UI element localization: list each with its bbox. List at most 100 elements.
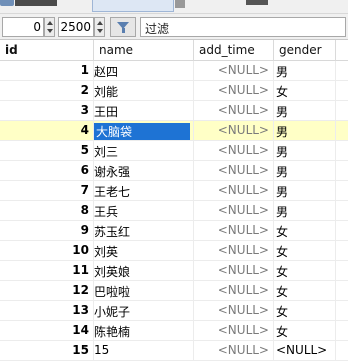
table-row[interactable]: 8 王兵 <NULL> 男 [0, 201, 348, 221]
spinner-up-icon[interactable] [97, 21, 103, 25]
cell-gender[interactable]: 男 [274, 141, 336, 161]
toolbar-icon[interactable] [175, 0, 185, 8]
spinner-up-icon[interactable] [47, 21, 53, 25]
cell-name[interactable]: 刘英 [94, 241, 194, 261]
limit-input[interactable]: 2500 [58, 17, 94, 37]
table-row[interactable]: 14 陈艳楠 <NULL> 女 [0, 321, 348, 341]
cell-name[interactable]: 谢永强 [94, 161, 194, 181]
table-row[interactable]: 11 刘英娘 <NULL> 女 [0, 261, 348, 281]
cell-name[interactable]: 巴啦啦 [94, 281, 194, 301]
cell-name[interactable]: 刘三 [94, 141, 194, 161]
cell-id[interactable]: 5 [0, 141, 94, 161]
cell-id[interactable]: 4 [0, 121, 94, 141]
cell-name[interactable]: 刘英娘 [94, 261, 194, 281]
table-row[interactable]: 4 大脑袋 <NULL> 男 [0, 121, 348, 141]
toolbar-icon[interactable] [246, 0, 268, 5]
cell-id[interactable]: 2 [0, 81, 94, 101]
table-row[interactable]: 2 刘能 <NULL> 女 [0, 81, 348, 101]
cell-add-time-text: <NULL> [217, 263, 269, 277]
cell-gender[interactable]: 男 [274, 61, 336, 81]
cell-add-time[interactable]: <NULL> [194, 341, 274, 361]
cell-id[interactable]: 11 [0, 261, 94, 281]
cell-name[interactable]: 王兵 [94, 201, 194, 221]
cell-gender[interactable]: 男 [274, 181, 336, 201]
cell-gender[interactable]: 男 [274, 101, 336, 121]
cell-gender[interactable]: 女 [274, 301, 336, 321]
table-row[interactable]: 15 15 <NULL> <NULL> [0, 341, 348, 361]
cell-name[interactable]: 刘能 [94, 81, 194, 101]
cell-add-time[interactable]: <NULL> [194, 121, 274, 141]
cell-id-text: 5 [80, 143, 89, 157]
limit-spinner[interactable] [94, 17, 105, 37]
cell-gender[interactable]: 女 [274, 81, 336, 101]
cell-gender[interactable]: 女 [274, 221, 336, 241]
cell-gender[interactable]: 女 [274, 321, 336, 341]
cell-add-time[interactable]: <NULL> [194, 81, 274, 101]
cell-id[interactable]: 8 [0, 201, 94, 221]
cell-add-time[interactable]: <NULL> [194, 321, 274, 341]
cell-gender[interactable]: 男 [274, 121, 336, 141]
table-row[interactable]: 5 刘三 <NULL> 男 [0, 141, 348, 161]
cell-name[interactable]: 王田 [94, 101, 194, 121]
table-row[interactable]: 10 刘英 <NULL> 女 [0, 241, 348, 261]
cell-id[interactable]: 15 [0, 341, 94, 361]
cell-add-time[interactable]: <NULL> [194, 141, 274, 161]
table-row[interactable]: 1 赵四 <NULL> 男 [0, 61, 348, 81]
cell-id[interactable]: 9 [0, 221, 94, 241]
table-row[interactable]: 13 小妮子 <NULL> 女 [0, 301, 348, 321]
cell-gender-text: 女 [276, 85, 289, 99]
cell-add-time[interactable]: <NULL> [194, 261, 274, 281]
cell-gender-text: 男 [276, 125, 289, 139]
toolbar-icon[interactable] [0, 0, 14, 6]
cell-id[interactable]: 1 [0, 61, 94, 81]
cell-id[interactable]: 7 [0, 181, 94, 201]
cell-gender[interactable]: 男 [274, 201, 336, 221]
cell-add-time[interactable]: <NULL> [194, 281, 274, 301]
cell-name-text: 王田 [94, 105, 119, 119]
cell-name[interactable]: 15 [94, 341, 194, 361]
offset-spinner[interactable] [44, 17, 55, 37]
cell-name[interactable]: 陈艳楠 [94, 321, 194, 341]
cell-add-time[interactable]: <NULL> [194, 301, 274, 321]
cell-name[interactable]: 苏玉红 [94, 221, 194, 241]
cell-name[interactable]: 小妮子 [94, 301, 194, 321]
offset-input[interactable]: 0 [2, 17, 44, 37]
cell-name[interactable]: 赵四 [94, 61, 194, 81]
spinner-down-icon[interactable] [47, 29, 53, 33]
cell-add-time[interactable]: <NULL> [194, 161, 274, 181]
cell-gender[interactable]: <NULL> [274, 341, 336, 361]
cell-id[interactable]: 10 [0, 241, 94, 261]
cell-add-time[interactable]: <NULL> [194, 101, 274, 121]
cell-id[interactable]: 3 [0, 101, 94, 121]
cell-gender[interactable]: 女 [274, 281, 336, 301]
table-row[interactable]: 7 王老七 <NULL> 男 [0, 181, 348, 201]
table-row[interactable]: 9 苏玉红 <NULL> 女 [0, 221, 348, 241]
table-row[interactable]: 6 谢永强 <NULL> 男 [0, 161, 348, 181]
column-header-gender[interactable]: gender [274, 40, 336, 61]
toolbar-active-button[interactable] [92, 0, 174, 12]
filter-button[interactable] [110, 17, 136, 37]
filter-input[interactable]: 过滤 [140, 17, 346, 37]
cell-id[interactable]: 14 [0, 321, 94, 341]
cell-add-time-text: <NULL> [217, 163, 269, 177]
cell-add-time[interactable]: <NULL> [194, 181, 274, 201]
column-header-add-time[interactable]: add_time [194, 40, 274, 61]
column-header-name[interactable]: name [94, 40, 194, 61]
cell-id[interactable]: 12 [0, 281, 94, 301]
cell-add-time[interactable]: <NULL> [194, 201, 274, 221]
cell-id[interactable]: 6 [0, 161, 94, 181]
cell-add-time[interactable]: <NULL> [194, 221, 274, 241]
spinner-down-icon[interactable] [97, 29, 103, 33]
table-row[interactable]: 3 王田 <NULL> 男 [0, 101, 348, 121]
cell-add-time[interactable]: <NULL> [194, 241, 274, 261]
cell-gender[interactable]: 女 [274, 241, 336, 261]
column-header-id[interactable]: id [0, 40, 94, 61]
cell-name[interactable]: 大脑袋 [94, 121, 194, 141]
cell-id[interactable]: 13 [0, 301, 94, 321]
filter-icon-stem [122, 28, 125, 33]
table-row[interactable]: 12 巴啦啦 <NULL> 女 [0, 281, 348, 301]
cell-name[interactable]: 王老七 [94, 181, 194, 201]
cell-add-time[interactable]: <NULL> [194, 61, 274, 81]
cell-gender[interactable]: 女 [274, 261, 336, 281]
cell-gender[interactable]: 男 [274, 161, 336, 181]
